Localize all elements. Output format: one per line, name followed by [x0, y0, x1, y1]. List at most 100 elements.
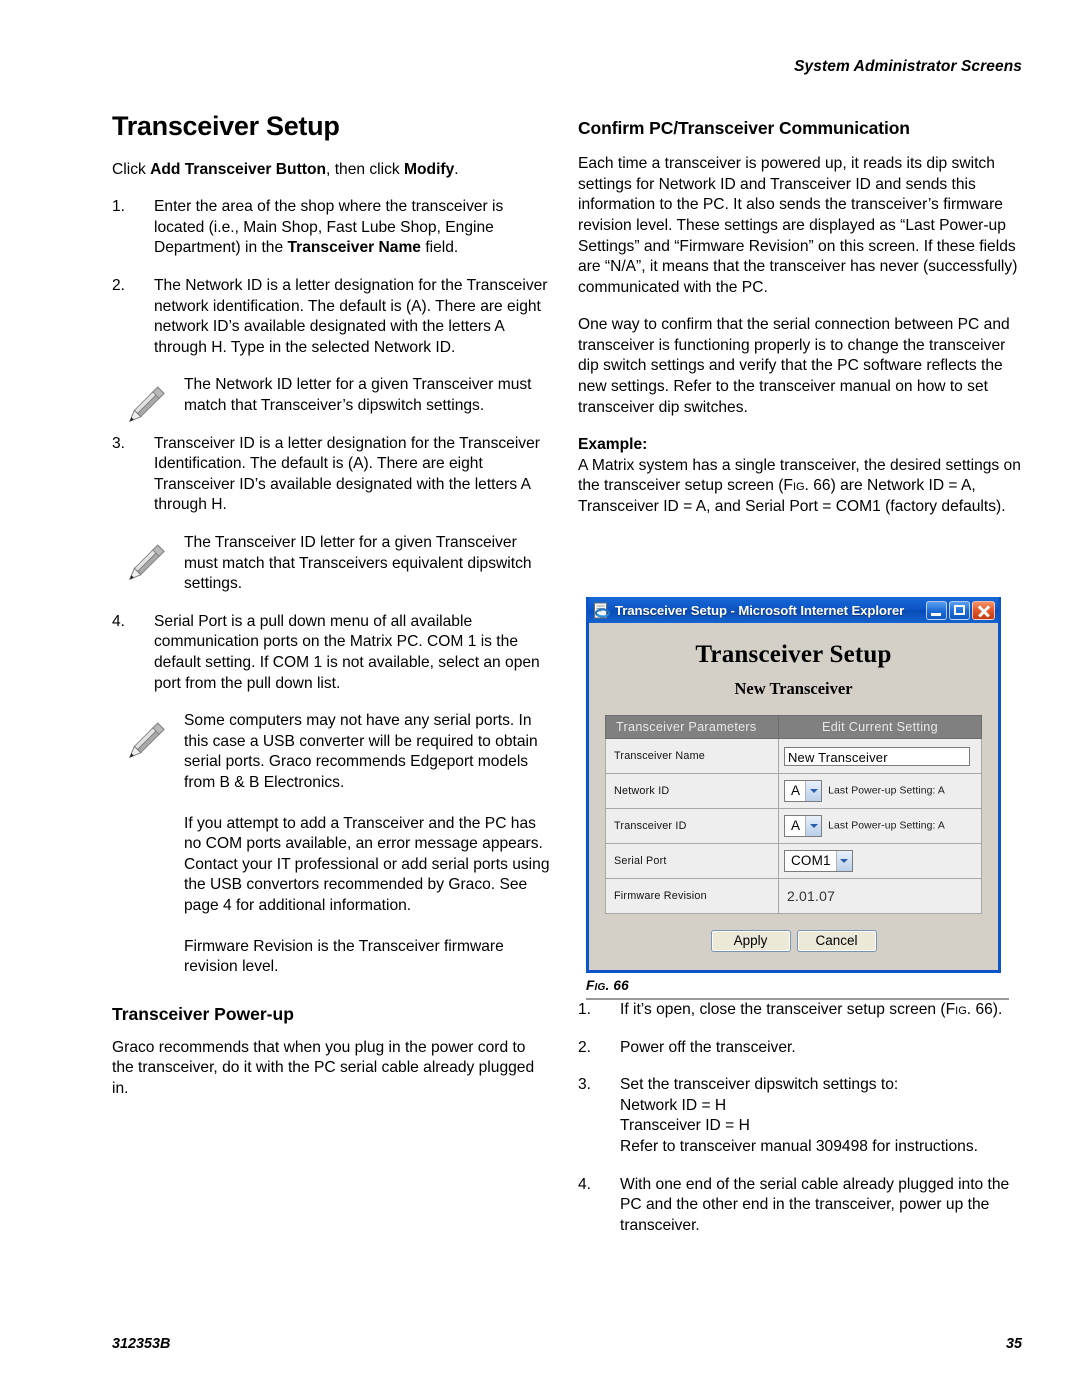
left-step-1-bold: Transceiver Name — [287, 239, 421, 257]
close-icon[interactable] — [972, 600, 995, 620]
bottom-step-2-text: Power off the transceiver. — [620, 1038, 796, 1056]
ie-page-icon — [593, 602, 610, 619]
right-column: Confirm PC/Transceiver Communication Eac… — [578, 112, 1023, 535]
example-figure-reference: Fig. 66 — [783, 477, 831, 495]
intro-bold-modify: Modify — [404, 160, 455, 178]
minimize-icon[interactable] — [926, 600, 947, 620]
bottom-step-1-post: 66). — [971, 1001, 1003, 1018]
chevron-down-icon — [805, 816, 822, 836]
note-network-id-text: The Network ID letter for a given Transc… — [184, 376, 532, 415]
transceiver-parameters-table: Transceiver Parameters Edit Current Sett… — [605, 715, 983, 914]
dialog-heading: Transceiver Setup — [695, 641, 892, 668]
left-column: Transceiver Setup Click Add Transceiver … — [112, 111, 550, 1117]
bottom-step-3-subline-1: Network ID = H — [620, 1096, 727, 1114]
bottom-step-2-number: 2. — [578, 1038, 592, 1056]
example-label: Example: — [578, 436, 648, 454]
confirm-communication-heading: Confirm PC/Transceiver Communication — [578, 118, 910, 138]
network-id-last-powerup-note: Last Power-up Setting: A — [828, 785, 945, 797]
transceiver-name-input[interactable]: New Transceiver — [783, 746, 971, 766]
bottom-step-1-pre: If it’s open, close the transceiver setu… — [620, 1001, 946, 1018]
window-content: Transceiver Setup New Transceiver Transc… — [589, 623, 998, 970]
left-step-4-number: 4. — [112, 612, 126, 630]
note-serial-ports-text-1: Some computers may not have any serial p… — [184, 712, 538, 791]
note-serial-ports-text-3: Firmware Revision is the Transceiver fir… — [184, 937, 504, 976]
bottom-step-4-text: With one end of the serial cable already… — [620, 1175, 1010, 1234]
left-step-1-number: 1. — [112, 198, 126, 216]
bottom-step-2: 2. Power off the transceiver. — [578, 1038, 1023, 1059]
row-value-firmware-revision: 2.01.07 — [777, 878, 983, 914]
confirm-paragraph-2: One way to confirm that the serial conne… — [578, 316, 1010, 416]
running-head: System Administrator Screens — [794, 58, 1022, 75]
row-value-transceiver-id: A Last Power-up Setting: A — [777, 808, 983, 844]
note-serial-ports-text-2: If you attempt to add a Transceiver and … — [184, 814, 550, 914]
page-footer: 312353B 35 — [112, 1336, 1022, 1352]
table-row-serial-port: Serial Port COM1 — [605, 843, 983, 879]
figure-66: Transceiver Setup - Microsoft Internet E… — [586, 597, 1009, 1016]
left-step-3-text: Transceiver ID is a letter designation f… — [154, 434, 540, 514]
figure-caption: Fig. 66 — [586, 978, 629, 993]
pencil-icon — [118, 713, 172, 767]
left-step-2-text: The Network ID is a letter designation f… — [154, 277, 548, 356]
intro-pre: Click — [112, 160, 151, 178]
confirm-paragraph-1: Each time a transceiver is powered up, i… — [578, 155, 1018, 296]
row-value-network-id: A Last Power-up Setting: A — [777, 773, 983, 809]
bottom-step-list: 1. If it’s open, close the transceiver se… — [578, 1000, 1023, 1236]
pencil-icon — [118, 377, 172, 431]
transceiver-id-dropdown[interactable]: A — [783, 815, 823, 837]
bottom-step-3: 3. Set the transceiver dipswitch settings… — [578, 1075, 1023, 1157]
bottom-step-3-text: Set the transceiver dipswitch settings t… — [620, 1076, 899, 1094]
left-step-3: 3. Transceiver ID is a letter designation… — [112, 434, 550, 516]
table-row-transceiver-name: Transceiver Name New Transceiver — [605, 738, 983, 774]
bottom-step-3-subline-2: Transceiver ID = H — [620, 1117, 750, 1135]
transceiver-id-last-powerup-note: Last Power-up Setting: A — [828, 820, 945, 832]
transceiver-id-selected-value: A — [790, 818, 801, 833]
footer-page-number: 35 — [1005, 1336, 1022, 1352]
left-step-4-text: Serial Port is a pull down menu of all a… — [154, 612, 540, 692]
note-transceiver-id: The Transceiver ID letter for a given Tr… — [112, 533, 550, 595]
serial-port-dropdown[interactable]: COM1 — [783, 850, 853, 872]
row-label-firmware-revision: Firmware Revision — [605, 878, 779, 914]
row-value-serial-port: COM1 — [777, 843, 983, 879]
table-row-firmware-revision: Firmware Revision 2.01.07 — [605, 878, 983, 914]
apply-button[interactable]: Apply — [710, 930, 791, 952]
example-block: Example: A Matrix system has a single tra… — [578, 435, 1023, 517]
window-titlebar[interactable]: Transceiver Setup - Microsoft Internet E… — [589, 597, 998, 623]
bottom-step-1-figure-reference: Fig. — [945, 1001, 972, 1018]
left-step-2: 2. The Network ID is a letter designation… — [112, 276, 550, 358]
steps-below-figure: 1. If it’s open, close the transceiver se… — [578, 1000, 1023, 1253]
page-title: Transceiver Setup — [112, 111, 340, 141]
intro-mid: , then click — [326, 160, 405, 178]
window-controls — [926, 600, 996, 620]
note-network-id: The Network ID letter for a given Transc… — [112, 375, 550, 423]
maximize-icon[interactable] — [949, 600, 970, 620]
intro-post: . — [454, 160, 459, 178]
row-label-transceiver-id: Transceiver ID — [605, 808, 779, 844]
serial-port-selected-value: COM1 — [790, 853, 831, 868]
note-transceiver-id-text: The Transceiver ID letter for a given Tr… — [184, 534, 532, 593]
intro-paragraph: Click Add Transceiver Button, then click… — [112, 160, 550, 181]
table-row-transceiver-id: Transceiver ID A Last Power-up Setting: … — [605, 808, 983, 844]
internet-explorer-window: Transceiver Setup - Microsoft Internet E… — [586, 597, 1001, 973]
window-title-text: Transceiver Setup - Microsoft Internet E… — [615, 602, 905, 618]
left-step-list: 1. Enter the area of the shop where the t… — [112, 197, 550, 977]
left-step-1-post: field. — [420, 239, 459, 257]
bottom-step-3-number: 3. — [578, 1076, 592, 1094]
left-step-3-number: 3. — [112, 434, 126, 452]
chevron-down-icon — [805, 781, 822, 801]
bottom-step-4-number: 4. — [578, 1175, 592, 1193]
column-header-edit-setting: Edit Current Setting — [777, 715, 983, 739]
table-header-row: Transceiver Parameters Edit Current Sett… — [605, 715, 983, 739]
cancel-button[interactable]: Cancel — [796, 930, 877, 952]
left-step-4: 4. Serial Port is a pull down menu of all… — [112, 612, 550, 694]
firmware-revision-value: 2.01.07 — [786, 888, 836, 904]
pencil-icon — [118, 535, 172, 589]
network-id-dropdown[interactable]: A — [783, 780, 823, 802]
footer-document-number: 312353B — [112, 1336, 171, 1352]
bottom-step-4: 4. With one end of the serial cable alrea… — [578, 1175, 1023, 1237]
row-label-network-id: Network ID — [605, 773, 779, 809]
document-page: System Administrator Screens Transceiver… — [0, 0, 1080, 1397]
transceiver-powerup-heading: Transceiver Power-up — [112, 1003, 294, 1024]
table-row-network-id: Network ID A Last Power-up Setting: A — [605, 773, 983, 809]
bottom-step-3-subline-3: Refer to transceiver manual 309498 for i… — [620, 1137, 978, 1155]
column-header-parameters: Transceiver Parameters — [605, 715, 779, 739]
